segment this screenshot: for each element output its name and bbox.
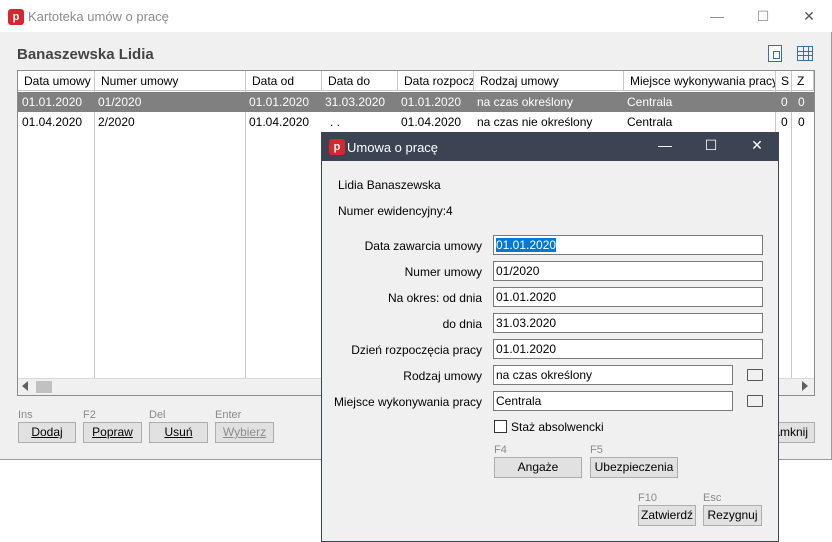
cancel-button[interactable]: Rezygnuj bbox=[703, 505, 762, 526]
contract-number-field[interactable]: 01/2020 bbox=[493, 261, 763, 281]
shortcut-hint: Ins bbox=[18, 409, 33, 421]
table-cell: 01/2020 bbox=[98, 95, 142, 109]
table-cell: 0 bbox=[798, 115, 805, 129]
contract-type-folder-icon[interactable] bbox=[747, 369, 763, 381]
table-cell: 0 bbox=[781, 115, 788, 129]
scroll-left-icon[interactable] bbox=[22, 381, 28, 391]
start-date-field[interactable]: 01.01.2020 bbox=[493, 339, 763, 359]
table-cell: 01.01.2020 bbox=[249, 95, 310, 109]
main-titlebar[interactable]: p Kartoteka umów o pracę — ☐ ✕ bbox=[0, 0, 832, 32]
dialog-maximize-button[interactable]: ☐ bbox=[688, 131, 734, 159]
evid-number-label: Numer ewidencyjny: bbox=[338, 204, 447, 218]
table-row[interactable]: 01.01.2020 01/2020 01.01.2020 31.03.2020… bbox=[18, 92, 814, 112]
dialog-close-button[interactable]: ✕ bbox=[734, 131, 780, 159]
table-cell: Centrala bbox=[627, 115, 673, 129]
column-header[interactable]: Data rozpoczę bbox=[398, 71, 474, 91]
engagements-button[interactable]: Angaże bbox=[494, 457, 582, 478]
shortcut-hint: Esc bbox=[703, 492, 722, 504]
app-icon: p bbox=[329, 139, 345, 155]
contract-date-field[interactable]: 01.01.2020 bbox=[493, 235, 763, 255]
table-cell: 2/2020 bbox=[98, 115, 135, 129]
scroll-right-icon[interactable] bbox=[802, 381, 808, 391]
column-header[interactable]: Numer umowy bbox=[95, 71, 246, 91]
contract-dialog: p Umowa o pracę — ☐ ✕ Lidia Banaszewska … bbox=[321, 132, 779, 542]
select-button[interactable]: Wybierz bbox=[215, 422, 274, 443]
workplace-field[interactable]: Centrala bbox=[493, 391, 733, 411]
evid-number-value: 4 bbox=[446, 204, 453, 218]
column-header[interactable]: Data od bbox=[246, 71, 322, 91]
column-header[interactable]: Z bbox=[792, 71, 814, 91]
scroll-thumb[interactable] bbox=[36, 381, 52, 393]
table-cell: 01.04.2020 bbox=[22, 115, 83, 129]
contract-type-label: Rodzaj umowy bbox=[403, 369, 482, 383]
table-row[interactable]: 01.04.2020 2/2020 01.04.2020 . . 01.04.2… bbox=[18, 112, 814, 132]
shortcut-hint: F10 bbox=[638, 492, 657, 504]
edit-button[interactable]: Popraw bbox=[83, 422, 142, 443]
column-header[interactable]: Data umowy bbox=[18, 71, 95, 91]
workplace-label: Miejsce wykonywania pracy bbox=[333, 395, 482, 409]
table-cell: 01.04.2020 bbox=[249, 115, 310, 129]
contract-type-field[interactable]: na czas określony bbox=[493, 365, 733, 385]
table-cell: 01.01.2020 bbox=[401, 95, 462, 109]
column-header[interactable]: Data do bbox=[322, 71, 398, 91]
table-cell: 31.03.2020 bbox=[325, 95, 386, 109]
start-date-label: Dzień rozpoczęcia pracy bbox=[351, 343, 482, 357]
contract-date-label: Data zawarcia umowy bbox=[364, 239, 482, 253]
table-cell: 0 bbox=[781, 95, 788, 109]
confirm-button[interactable]: Zatwierdź bbox=[638, 505, 696, 526]
person-name: Lidia Banaszewska bbox=[338, 178, 441, 192]
maximize-button[interactable]: ☐ bbox=[740, 0, 786, 32]
contract-date-value: 01.01.2020 bbox=[496, 238, 557, 252]
column-header[interactable]: Rodzaj umowy bbox=[474, 71, 624, 91]
column-header[interactable]: S bbox=[776, 71, 792, 91]
table-cell: 01.01.2020 bbox=[22, 95, 83, 109]
table-cell: Centrala bbox=[627, 95, 673, 109]
shortcut-hint: F2 bbox=[83, 409, 96, 421]
select-button-label: Wybierz bbox=[222, 425, 267, 439]
table-cell: 0 bbox=[798, 95, 805, 109]
dialog-titlebar[interactable]: p Umowa o pracę — ☐ ✕ bbox=[322, 133, 778, 161]
dialog-title: Umowa o pracę bbox=[347, 140, 439, 155]
minimize-button[interactable]: — bbox=[694, 0, 740, 32]
add-button-label: Dodaj bbox=[31, 425, 63, 439]
delete-button-label: Usuń bbox=[164, 425, 193, 439]
column-header[interactable]: Miejsce wykonywania pracy bbox=[624, 71, 776, 91]
employee-name-heading: Banaszewska Lidia bbox=[17, 46, 154, 63]
dialog-minimize-button[interactable]: — bbox=[642, 131, 688, 159]
period-to-label: do dnia bbox=[442, 317, 482, 331]
period-from-label: Na okres: od dnia bbox=[387, 291, 482, 305]
period-to-field[interactable]: 31.03.2020 bbox=[493, 313, 763, 333]
add-button[interactable]: Dodaj bbox=[18, 422, 76, 443]
close-button[interactable]: ✕ bbox=[786, 0, 832, 32]
shortcut-hint: Enter bbox=[215, 409, 242, 421]
shortcut-hint: F4 bbox=[494, 444, 507, 456]
app-icon: p bbox=[8, 9, 24, 25]
graduate-internship-checkbox[interactable] bbox=[494, 420, 507, 433]
table-cell: 01.04.2020 bbox=[401, 115, 462, 129]
table-cell: na czas nie określony bbox=[477, 115, 593, 129]
export-icon[interactable] bbox=[768, 45, 782, 62]
shortcut-hint: F5 bbox=[590, 444, 603, 456]
shortcut-hint: Del bbox=[149, 409, 166, 421]
main-window-title: Kartoteka umów o pracę bbox=[28, 9, 169, 24]
table-view-icon[interactable] bbox=[797, 46, 813, 61]
graduate-internship-label: Staż absolwencki bbox=[511, 420, 604, 434]
insurance-button[interactable]: Ubezpieczenia bbox=[590, 457, 678, 478]
table-cell: . . bbox=[330, 115, 341, 129]
contract-number-label: Numer umowy bbox=[404, 265, 482, 279]
edit-button-label: Popraw bbox=[92, 425, 133, 439]
delete-button[interactable]: Usuń bbox=[149, 422, 208, 443]
workplace-folder-icon[interactable] bbox=[747, 395, 763, 407]
table-cell: na czas określony bbox=[477, 95, 574, 109]
period-from-field[interactable]: 01.01.2020 bbox=[493, 287, 763, 307]
